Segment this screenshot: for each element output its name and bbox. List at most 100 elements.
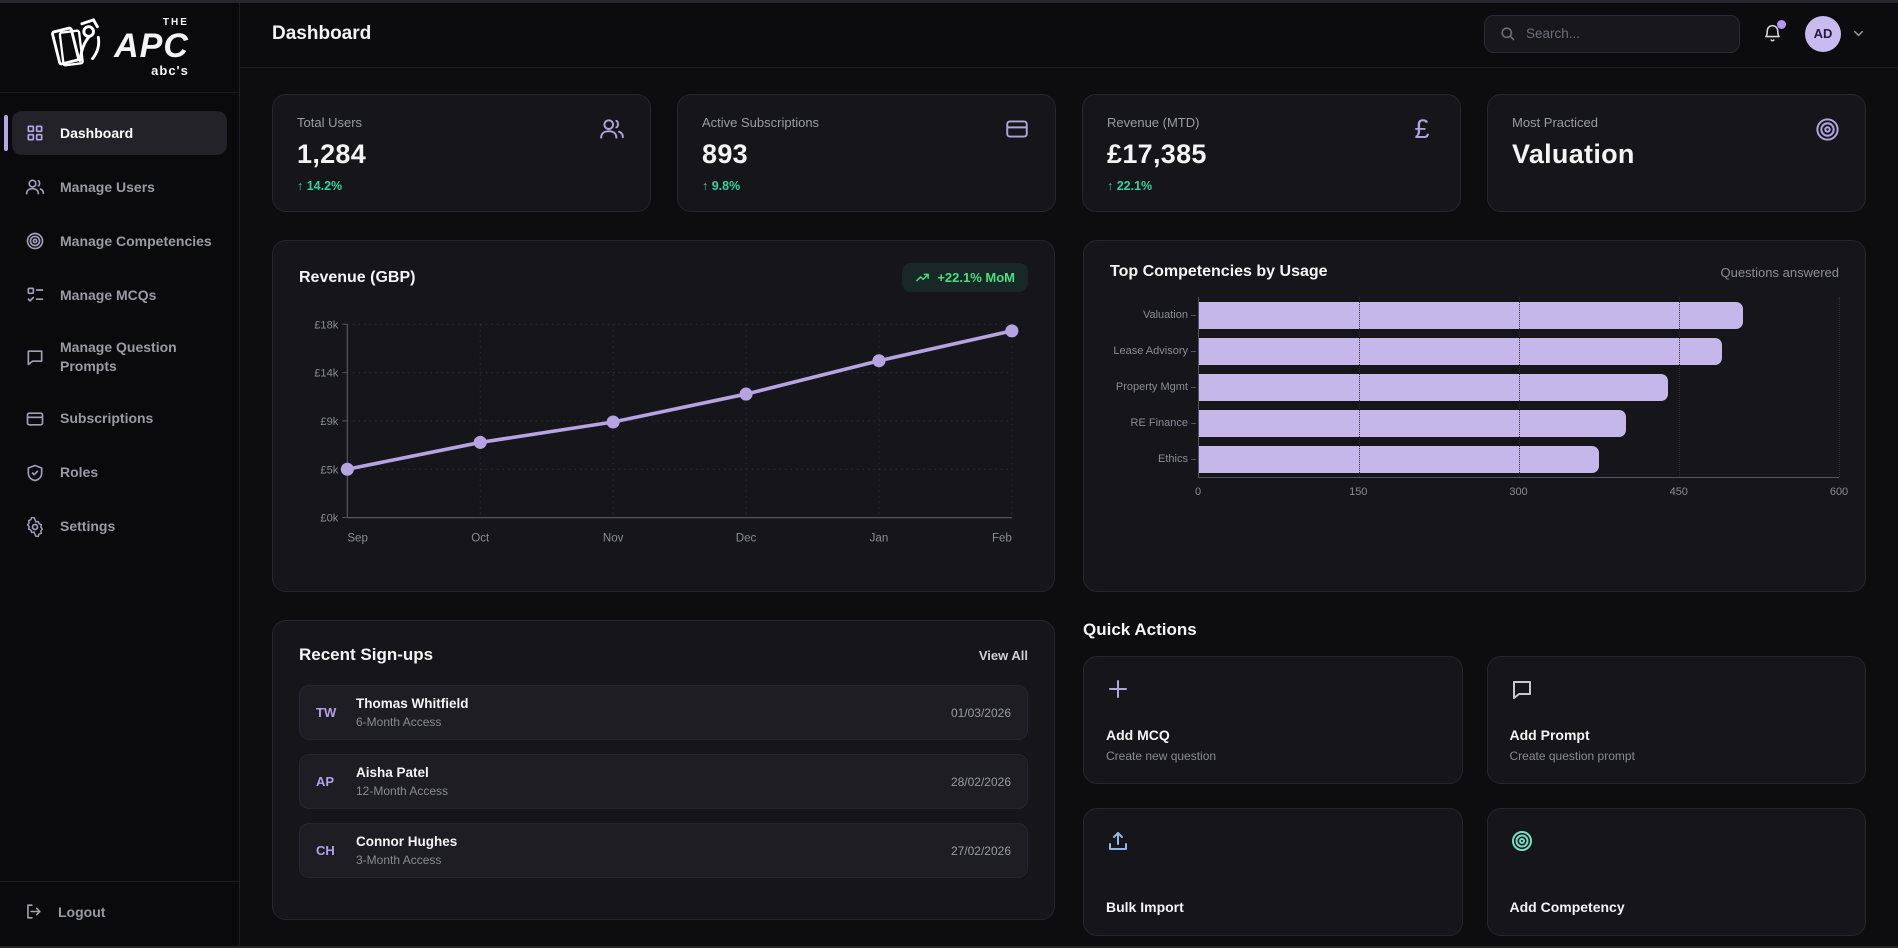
bar-re-finance (1199, 410, 1626, 437)
pound-sterling-icon: £ (1408, 115, 1436, 143)
credit-card-icon (24, 408, 46, 430)
svg-text:Jan: Jan (870, 533, 889, 545)
stat-label: Revenue (MTD) (1107, 115, 1436, 130)
user-menu[interactable]: AD (1805, 16, 1866, 52)
logout-button[interactable]: Logout (0, 881, 239, 948)
chat-bubble-icon (24, 346, 46, 368)
svg-text:Sep: Sep (347, 533, 368, 545)
stat-label: Most Practiced (1512, 115, 1841, 130)
signup-row[interactable]: CH Connor Hughes 3-Month Access 27/02/20… (299, 823, 1028, 878)
sidebar-item-dashboard[interactable]: Dashboard (12, 111, 227, 155)
revenue-chart-card: Revenue (GBP) +22.1% MoM £0k£5k£9k£14k£1… (272, 240, 1055, 592)
stat-delta: ↑ 22.1% (1107, 179, 1436, 193)
target-icon (1813, 115, 1841, 143)
signup-name: Aisha Patel (356, 765, 448, 780)
dashboard-grid-icon (24, 122, 46, 144)
quick-action-subtitle: Create question prompt (1510, 749, 1844, 763)
app-root: THE APC abc's Dashboard Manage Users (0, 0, 1898, 948)
stat-value: 1,284 (297, 139, 626, 170)
sidebar-nav: Dashboard Manage Users Manage Competenci… (0, 93, 239, 881)
quick-action-subtitle: Create new question (1106, 749, 1440, 763)
signup-initials: TW (316, 705, 356, 720)
sidebar-item-manage-competencies[interactable]: Manage Competencies (12, 219, 227, 263)
signup-initials: AP (316, 774, 356, 789)
chat-bubble-icon (1510, 677, 1534, 701)
bar-property-mgmt (1199, 374, 1668, 401)
sidebar-item-label: Dashboard (60, 124, 133, 143)
revenue-line-chart: £0k£5k£9k£14k£18kSepOctNovDecJanFeb (299, 300, 1028, 567)
sidebar-item-label: Manage MCQs (60, 286, 156, 305)
avatar: AD (1805, 16, 1841, 52)
sidebar-item-label: Manage Users (60, 178, 155, 197)
quick-action-title: Add Competency (1510, 899, 1844, 915)
bulk-import-card[interactable]: Bulk Import (1083, 808, 1463, 936)
logo-apc: APC (114, 29, 189, 63)
search-box[interactable] (1484, 15, 1740, 53)
stat-value: 893 (702, 139, 1031, 170)
dashboard-content: Total Users 1,284 ↑ 14.2% Active Subscri… (240, 68, 1898, 948)
competencies-bar-chart: ValuationLease AdvisoryProperty MgmtRE F… (1110, 297, 1839, 504)
signup-row[interactable]: TW Thomas Whitfield 6-Month Access 01/03… (299, 685, 1028, 740)
sidebar: THE APC abc's Dashboard Manage Users (0, 0, 240, 948)
quick-actions-title: Quick Actions (1083, 620, 1866, 640)
credit-card-icon (1003, 115, 1031, 143)
signup-initials: CH (316, 843, 356, 858)
stat-label: Active Subscriptions (702, 115, 1031, 130)
svg-text:£5k: £5k (320, 464, 338, 476)
search-icon (1499, 25, 1516, 42)
sidebar-item-label: Manage Competencies (60, 232, 212, 251)
target-icon (24, 230, 46, 252)
signup-name: Thomas Whitfield (356, 696, 469, 711)
sidebar-item-manage-mcqs[interactable]: Manage MCQs (12, 273, 227, 317)
signup-date: 27/02/2026 (951, 844, 1011, 858)
sidebar-item-label: Manage Question Prompts (60, 338, 215, 376)
svg-text:£18k: £18k (314, 319, 338, 331)
svg-text:£0k: £0k (320, 513, 338, 525)
signup-date: 01/03/2026 (951, 706, 1011, 720)
stat-value: Valuation (1512, 139, 1841, 170)
stat-card-revenue-mtd: Revenue (MTD) £17,385 ↑ 22.1% £ (1082, 94, 1461, 212)
sidebar-item-manage-question-prompts[interactable]: Manage Question Prompts (12, 327, 227, 387)
search-input[interactable] (1526, 26, 1725, 41)
notifications-button[interactable] (1762, 23, 1783, 44)
recent-signups-title: Recent Sign-ups (299, 645, 433, 665)
shield-check-icon (24, 462, 46, 484)
svg-text:Nov: Nov (603, 533, 624, 545)
mom-badge: +22.1% MoM (902, 263, 1028, 292)
view-all-link[interactable]: View All (979, 648, 1028, 663)
logout-label: Logout (58, 904, 105, 920)
signup-plan: 6-Month Access (356, 715, 469, 729)
svg-text:Feb: Feb (992, 533, 1012, 545)
signup-row[interactable]: AP Aisha Patel 12-Month Access 28/02/202… (299, 754, 1028, 809)
competencies-chart-unit-label: Questions answered (1720, 265, 1839, 280)
chevron-down-icon (1851, 26, 1866, 41)
plus-icon (1106, 677, 1130, 701)
add-prompt-card[interactable]: Add Prompt Create question prompt (1487, 656, 1867, 784)
top-header: Dashboard AD (240, 0, 1898, 68)
bar-lease-advisory (1199, 338, 1722, 365)
add-mcq-card[interactable]: Add MCQ Create new question (1083, 656, 1463, 784)
sidebar-item-settings[interactable]: Settings (12, 505, 227, 549)
signup-plan: 12-Month Access (356, 784, 448, 798)
logout-icon (24, 902, 44, 922)
sidebar-item-subscriptions[interactable]: Subscriptions (12, 397, 227, 441)
stat-delta: ↑ 9.8% (702, 179, 1031, 193)
bottom-row: Recent Sign-ups View All TW Thomas Whitf… (272, 620, 1866, 936)
notification-dot (1777, 20, 1786, 29)
charts-row: Revenue (GBP) +22.1% MoM £0k£5k£9k£14k£1… (272, 240, 1866, 592)
competencies-chart-title: Top Competencies by Usage (1110, 263, 1328, 281)
sidebar-item-manage-users[interactable]: Manage Users (12, 165, 227, 209)
stat-card-most-practiced: Most Practiced Valuation (1487, 94, 1866, 212)
trending-up-icon (915, 270, 930, 285)
target-icon (1510, 829, 1534, 853)
svg-text:£14k: £14k (314, 368, 338, 380)
sidebar-item-roles[interactable]: Roles (12, 451, 227, 495)
users-icon (24, 176, 46, 198)
add-competency-card[interactable]: Add Competency (1487, 808, 1867, 936)
stat-label: Total Users (297, 115, 626, 130)
sidebar-item-label: Subscriptions (60, 409, 153, 428)
sidebar-item-label: Roles (60, 463, 98, 482)
stat-card-total-users: Total Users 1,284 ↑ 14.2% (272, 94, 651, 212)
stat-card-active-subscriptions: Active Subscriptions 893 ↑ 9.8% (677, 94, 1056, 212)
competencies-chart-card: Top Competencies by Usage Questions answ… (1083, 240, 1866, 592)
